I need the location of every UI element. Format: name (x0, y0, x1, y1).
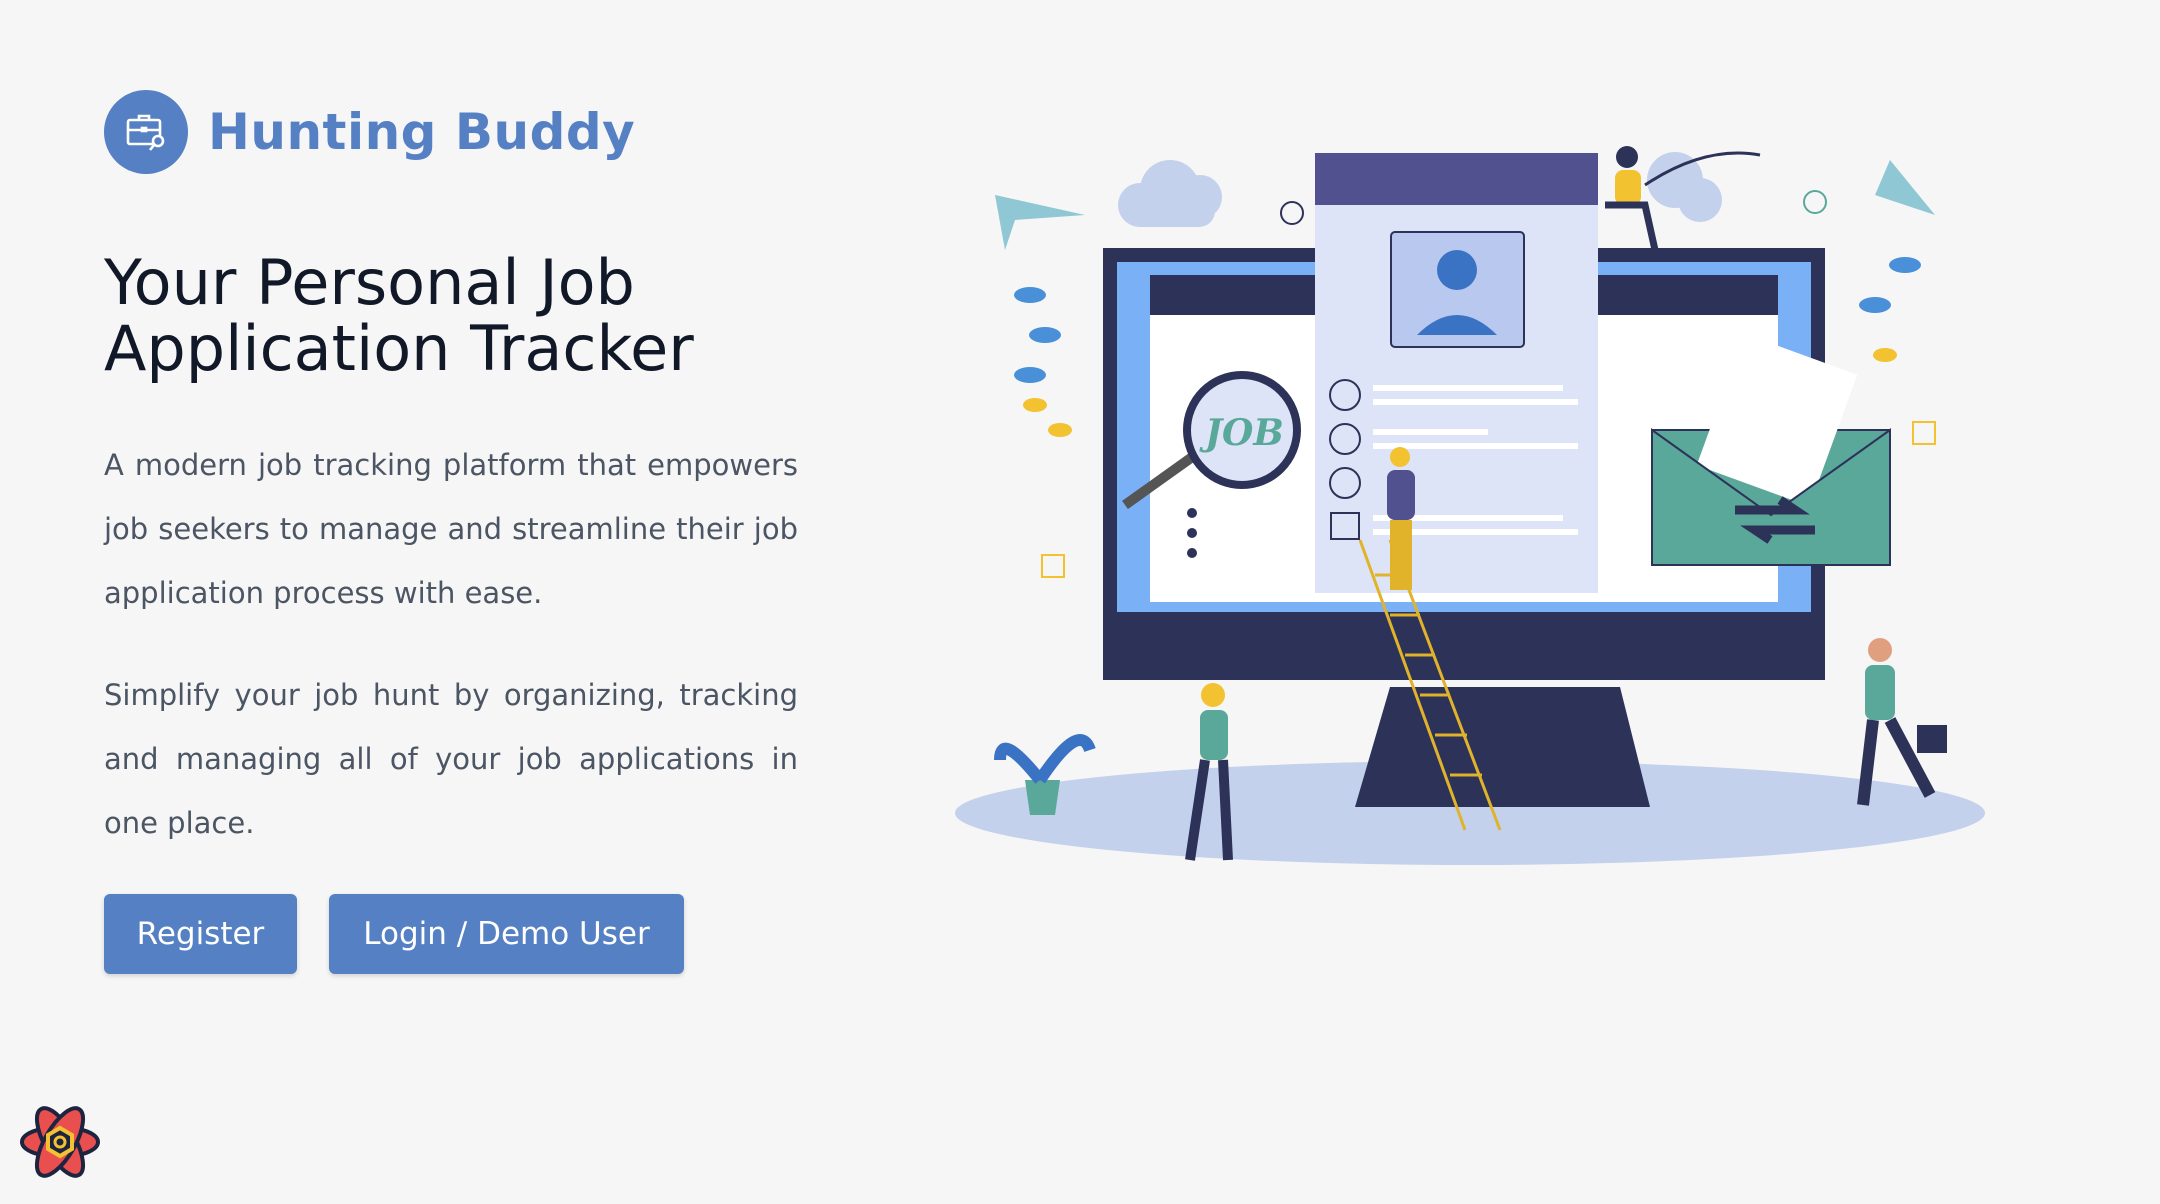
hero-subdescription: Simplify your job hunt by organizing, tr… (104, 678, 798, 840)
job-tracker-illustration: JOB (955, 146, 1985, 865)
register-button[interactable]: Register (104, 894, 297, 974)
brand-name: Hunting Buddy (208, 103, 636, 161)
brand-logo[interactable]: Hunting Buddy (104, 90, 635, 174)
react-devtools-icon[interactable] (18, 1100, 102, 1184)
briefcase-search-icon (104, 90, 188, 174)
hero-title: Your Personal Job Application Tracker (104, 246, 694, 385)
hero-description: A modern job tracking platform that empo… (104, 448, 798, 610)
login-demo-button[interactable]: Login / Demo User (329, 894, 684, 974)
magnifier-text: JOB (1199, 412, 1284, 454)
